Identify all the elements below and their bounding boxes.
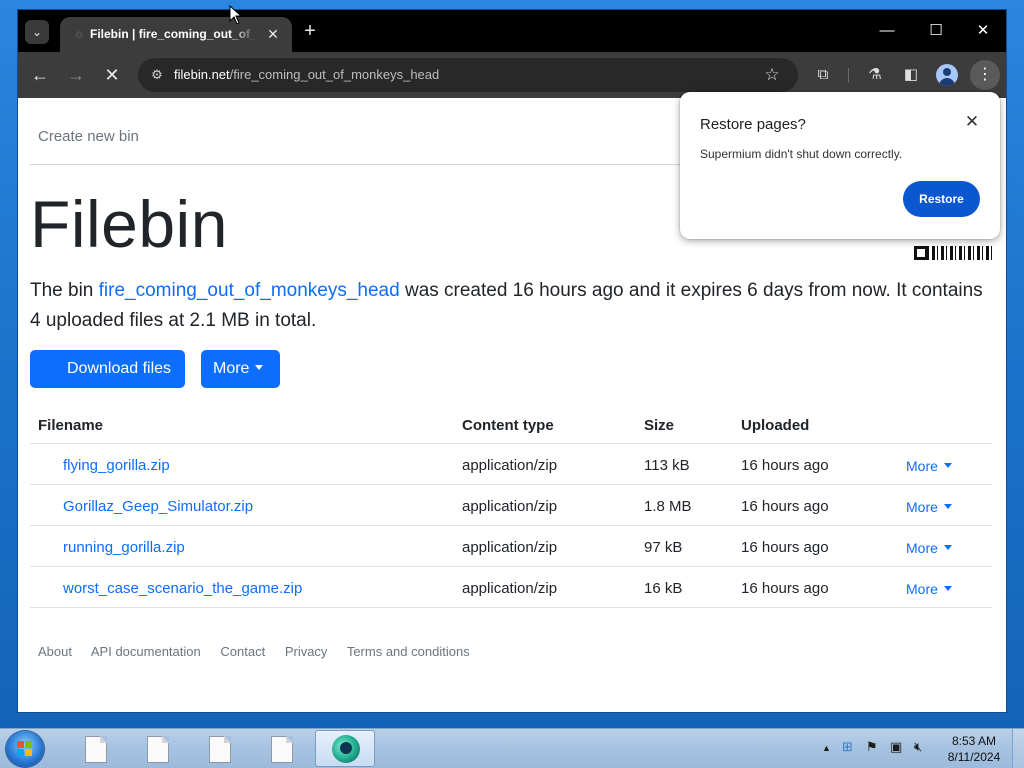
content-type: application/zip <box>462 457 558 474</box>
address-bar[interactable]: ⚙ filebin.net/fire_coming_out_of_monkeys… <box>138 58 798 92</box>
bin-name-link[interactable]: fire_coming_out_of_monkeys_head <box>99 280 400 301</box>
url-text[interactable]: filebin.net/fire_coming_out_of_monkeys_h… <box>174 67 439 85</box>
caret-down-icon <box>943 504 952 509</box>
row-more-button[interactable]: More <box>906 581 952 597</box>
uploaded-time: 16 hours ago <box>741 539 829 556</box>
file-size: 16 kB <box>644 580 683 597</box>
show-hidden-icons-icon[interactable]: ▲ <box>822 743 831 753</box>
file-name-link[interactable]: running_gorilla.zip <box>63 539 185 556</box>
toolbar-separator <box>848 68 849 82</box>
files-table: Filename Content type Size Uploaded flyi… <box>30 404 992 608</box>
tab-bar: ⌄ ◌ Filebin | fire_coming_out_of_monkeys… <box>18 10 1006 52</box>
file-name-link[interactable]: worst_case_scenario_the_game.zip <box>63 580 302 597</box>
browser-tab[interactable]: ◌ Filebin | fire_coming_out_of_monkeys_h… <box>60 17 292 52</box>
download-files-button[interactable]: Download files <box>30 350 185 388</box>
footer-link-privacy[interactable]: Privacy <box>285 644 328 659</box>
bookmark-star-icon[interactable]: ☆ <box>762 65 782 85</box>
restore-pages-popup: Restore pages? ✕ Supermium didn't shut d… <box>680 92 1000 239</box>
table-row: Gorillaz_Geep_Simulator.zip application/… <box>30 485 992 526</box>
site-info-icon[interactable]: ⚙ <box>148 66 166 84</box>
column-header: Filename <box>38 417 104 434</box>
uploaded-time: 16 hours ago <box>741 580 829 597</box>
table-row: running_gorilla.zip application/zip 97 k… <box>30 526 992 567</box>
labs-flask-icon[interactable]: ⚗ <box>864 64 886 86</box>
file-size: 1.8 MB <box>644 498 692 515</box>
close-window-icon[interactable]: ✕ <box>968 20 998 42</box>
maximize-icon[interactable]: ☐ <box>921 20 951 42</box>
start-button[interactable] <box>6 731 44 767</box>
table-row: flying_gorilla.zip application/zip 113 k… <box>30 444 992 485</box>
more-menu-icon[interactable]: ⋮ <box>970 60 1000 90</box>
close-icon[interactable]: ✕ <box>962 112 982 132</box>
side-panel-icon[interactable]: ◧ <box>900 64 922 86</box>
more-dropdown-button[interactable]: More <box>201 350 280 388</box>
content-type: application/zip <box>462 498 558 515</box>
column-header: Content type <box>462 417 554 434</box>
clock-date: 8/11/2024 <box>947 750 1001 764</box>
network-icon[interactable]: ▣ <box>890 739 902 755</box>
footer-link-terms[interactable]: Terms and conditions <box>347 644 470 659</box>
windows-flag-tray-icon[interactable]: ⊞ <box>842 739 853 755</box>
chevron-down-icon[interactable]: ⌄ <box>25 20 49 44</box>
close-icon[interactable]: ✕ <box>264 25 282 43</box>
footer-link-api[interactable]: API documentation <box>91 644 201 659</box>
column-header: Uploaded <box>741 417 810 434</box>
page-footer: About API documentation Contact Privacy … <box>38 644 486 659</box>
footer-link-about[interactable]: About <box>38 644 72 659</box>
taskbar-browser-button[interactable] <box>315 730 375 767</box>
column-header: Size <box>644 417 675 434</box>
mouse-cursor-icon <box>229 5 243 25</box>
restore-button[interactable]: Restore <box>903 181 980 217</box>
table-row: worst_case_scenario_the_game.zip applica… <box>30 567 992 608</box>
caret-down-icon <box>255 365 264 370</box>
taskbar-file-icon[interactable] <box>271 736 293 763</box>
row-more-button[interactable]: More <box>906 499 952 515</box>
browser-app-icon <box>332 735 360 763</box>
action-center-flag-icon[interactable]: ⚑ <box>866 739 878 755</box>
tab-title: Filebin | fire_coming_out_of_monkeys_hea… <box>90 27 256 41</box>
volume-muted-icon[interactable]: 🔇︎ <box>914 739 922 755</box>
caret-down-icon <box>943 545 952 550</box>
caret-down-icon <box>943 463 952 468</box>
qr-code-icon <box>914 246 994 260</box>
file-size: 113 kB <box>644 457 690 474</box>
taskbar-file-icon[interactable] <box>85 736 107 763</box>
table-header: Filename Content type Size Uploaded <box>30 404 992 444</box>
row-more-button[interactable]: More <box>906 540 952 556</box>
footer-link-contact[interactable]: Contact <box>220 644 265 659</box>
back-icon[interactable]: ← <box>28 63 52 87</box>
uploaded-time: 16 hours ago <box>741 498 829 515</box>
taskbar-file-icon[interactable] <box>209 736 231 763</box>
stop-loading-icon[interactable]: ✕ <box>100 63 124 87</box>
popup-message: Supermium didn't shut down correctly. <box>700 147 903 161</box>
new-tab-button[interactable]: + <box>300 21 320 41</box>
loading-icon: ◌ <box>75 27 83 41</box>
file-size: 97 kB <box>644 539 683 556</box>
system-clock[interactable]: 8:53 AM 8/11/2024 <box>942 733 1006 765</box>
bin-description: The bin fire_coming_out_of_monkeys_head … <box>30 280 983 331</box>
caret-down-icon <box>943 586 952 591</box>
row-more-button[interactable]: More <box>906 458 952 474</box>
uploaded-time: 16 hours ago <box>741 457 829 474</box>
minimize-icon[interactable]: — <box>872 20 902 42</box>
extensions-icon[interactable]: ⧉ <box>812 64 834 86</box>
content-type: application/zip <box>462 539 558 556</box>
content-type: application/zip <box>462 580 558 597</box>
taskbar: ▲ ⊞ ⚑ ▣ 🔇︎ 8:53 AM 8/11/2024 <box>0 728 1024 768</box>
create-new-bin-link[interactable]: Create new bin <box>38 128 139 145</box>
profile-avatar-icon[interactable] <box>936 64 958 86</box>
forward-icon[interactable]: → <box>64 63 88 87</box>
show-desktop-button[interactable] <box>1012 729 1024 768</box>
file-name-link[interactable]: flying_gorilla.zip <box>63 457 170 474</box>
file-name-link[interactable]: Gorillaz_Geep_Simulator.zip <box>63 498 253 515</box>
taskbar-file-icon[interactable] <box>147 736 169 763</box>
popup-title: Restore pages? <box>700 116 806 133</box>
page-title: Filebin <box>30 187 228 261</box>
windows-logo-icon <box>17 741 33 757</box>
clock-time: 8:53 AM <box>951 734 997 748</box>
